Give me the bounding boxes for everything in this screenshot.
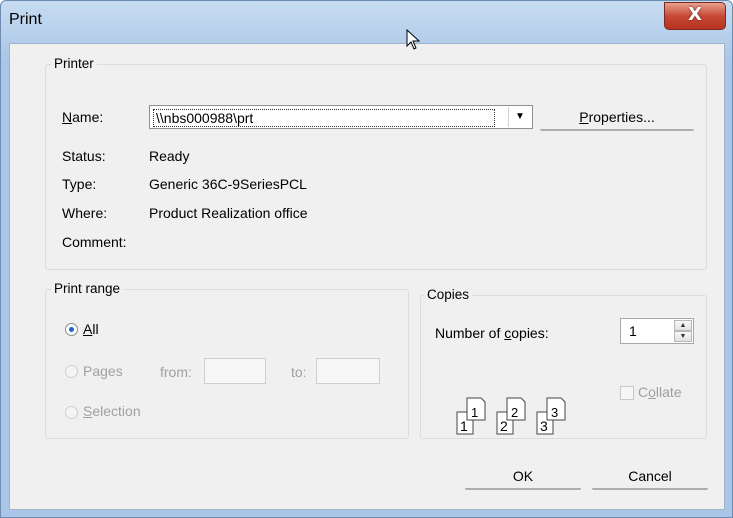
dialog-client-area: Printer Name: \\nbs000988\prt ▼ Properti… — [9, 43, 725, 510]
where-label: Where: — [62, 205, 108, 221]
type-label: Type: — [62, 176, 97, 192]
close-button[interactable]: X — [664, 2, 726, 30]
collate-page-2: 2 2 — [496, 397, 526, 435]
spin-down-icon[interactable]: ▼ — [674, 331, 692, 342]
collate-page-3: 3 3 — [536, 397, 566, 435]
to-label: to: — [291, 364, 307, 380]
collate-page-2-front-number: 2 — [500, 418, 508, 434]
from-page-input[interactable] — [204, 358, 266, 384]
collate-label[interactable]: Collate — [638, 384, 682, 400]
comment-label: Comment: — [62, 234, 127, 250]
radio-selection[interactable] — [65, 406, 78, 419]
radio-selection-label[interactable]: Selection — [83, 403, 141, 419]
radio-pages-label[interactable]: Pages — [83, 363, 123, 379]
printer-name-combobox[interactable]: \\nbs000988\prt ▼ — [149, 105, 533, 129]
status-value: Ready — [149, 148, 190, 164]
name-label-rest: ame: — [72, 109, 104, 125]
number-of-copies-label-end: opies: — [511, 325, 549, 341]
collate-label-end: llate — [655, 384, 682, 400]
collate-page-1-back-number: 1 — [471, 405, 478, 420]
ok-button[interactable]: OK — [465, 464, 581, 490]
radio-all-mnemonic: A — [83, 321, 93, 337]
print-dialog: Print X Printer Name: \\nbs000988\prt ▼ … — [0, 0, 733, 518]
title-bar[interactable]: Print X — [1, 1, 732, 43]
chevron-down-icon[interactable]: ▼ — [508, 107, 531, 127]
type-value: Generic 36C-9SeriesPCL — [149, 176, 307, 192]
name-label-mnemonic: N — [62, 109, 73, 125]
number-of-copies-label-start: Number of — [435, 325, 505, 341]
from-label: from: — [160, 364, 192, 380]
copies-spinner[interactable]: 1 ▲ ▼ — [620, 318, 694, 344]
name-label: Name: — [62, 109, 103, 125]
cancel-button[interactable]: Cancel — [592, 464, 708, 490]
printer-name-value: \\nbs000988\prt — [153, 109, 495, 127]
copies-legend: Copies — [424, 287, 473, 302]
properties-mnemonic: P — [579, 109, 589, 125]
number-of-copies-label: Number of copies: — [435, 325, 549, 341]
status-label: Status: — [62, 148, 106, 164]
copies-value: 1 — [629, 323, 637, 339]
radio-all-selected-dot — [69, 327, 74, 332]
collate-page-1-front-number: 1 — [460, 418, 468, 434]
collate-checkbox[interactable] — [620, 386, 634, 400]
printer-legend: Printer — [51, 56, 97, 71]
radio-selection-label-rest: election — [92, 403, 141, 419]
window-title: Print — [9, 11, 42, 28]
where-value: Product Realization office — [149, 205, 308, 221]
mouse-pointer-icon — [406, 29, 421, 50]
collate-mnemonic: o — [648, 384, 656, 400]
close-icon: X — [688, 4, 702, 25]
radio-all-label-rest: ll — [92, 321, 99, 337]
collate-label-start: C — [638, 384, 649, 400]
radio-pages[interactable] — [65, 365, 78, 378]
collate-page-2-back-number: 2 — [511, 405, 518, 420]
radio-selection-mnemonic: S — [83, 403, 93, 419]
spin-up-icon[interactable]: ▲ — [674, 320, 692, 331]
print-range-legend: Print range — [51, 281, 124, 296]
radio-all-label[interactable]: All — [83, 321, 99, 337]
collate-page-3-front-number: 3 — [540, 418, 548, 434]
properties-button[interactable]: Properties... — [540, 105, 694, 131]
collate-page-1: 1 1 — [456, 397, 486, 435]
collate-pages-illustration: 1 1 2 2 3 3 — [456, 397, 566, 435]
printer-group — [45, 64, 707, 270]
collate-page-3-back-number: 3 — [551, 405, 558, 420]
radio-all[interactable] — [65, 323, 78, 336]
properties-label-rest: roperties... — [588, 109, 655, 125]
to-page-input[interactable] — [316, 358, 380, 384]
